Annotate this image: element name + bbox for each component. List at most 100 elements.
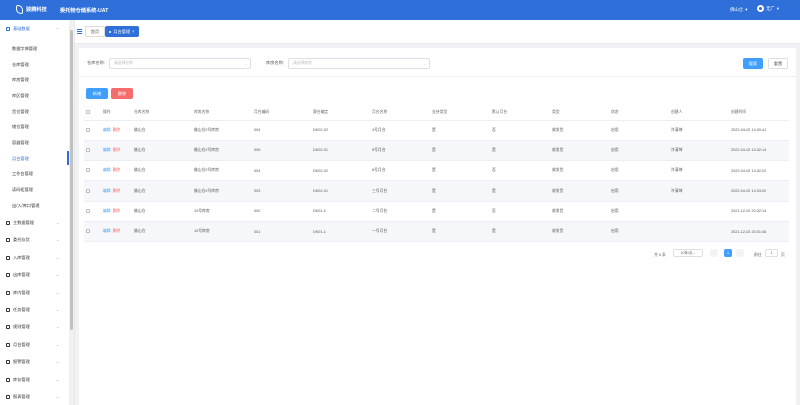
- cell: 启用: [609, 140, 669, 162]
- page-number[interactable]: 1: [724, 249, 732, 257]
- edit-link[interactable]: 编辑: [103, 189, 111, 193]
- next-page-button[interactable]: ›: [736, 249, 744, 257]
- chevron-up-icon: ⌃: [56, 27, 60, 32]
- report-icon: [6, 395, 10, 399]
- cell: 收发货: [550, 221, 609, 243]
- edit-link[interactable]: 编辑: [103, 128, 111, 132]
- menu-toggle-icon[interactable]: [77, 29, 82, 34]
- sidebar-group-basic[interactable]: 基础数据: [6, 26, 30, 32]
- delete-link[interactable]: 删除: [113, 189, 121, 193]
- edit-link[interactable]: 编辑: [103, 148, 111, 152]
- sidebar-item-warehouse[interactable]: 仓库管理: [12, 62, 29, 68]
- delete-button[interactable]: 删除: [111, 88, 133, 99]
- tab-home[interactable]: 首页: [85, 26, 105, 37]
- cell: 005: [252, 140, 311, 162]
- sidebar-item-store[interactable]: 库房管理: [12, 77, 29, 83]
- cell: DK01-2: [311, 201, 370, 222]
- add-button[interactable]: 新增: [86, 88, 108, 99]
- sidebar-group-consign[interactable]: 委托存货: [6, 237, 30, 243]
- user-menu[interactable]: 无广 ▾: [757, 5, 779, 12]
- page-size-select[interactable]: 10条/页 ⌄: [673, 249, 703, 257]
- row-select[interactable]: [84, 120, 101, 141]
- cell: 6号月台: [370, 160, 430, 182]
- sidebar-item-dict[interactable]: 数据字典管理: [12, 46, 37, 52]
- avatar: [757, 5, 764, 12]
- sidebar-item-workbench[interactable]: 工作台管理: [12, 171, 33, 177]
- sidebar-group-rule[interactable]: 规则管理: [6, 324, 30, 330]
- edit-link[interactable]: 编辑: [103, 229, 111, 233]
- folder-icon: [6, 27, 10, 31]
- edit-link[interactable]: 编辑: [103, 168, 111, 172]
- row-checkbox[interactable]: [86, 147, 90, 152]
- cell: DK01-1: [311, 221, 370, 243]
- delete-link[interactable]: 删除: [113, 209, 121, 213]
- sidebar-item-slot[interactable]: 储位管理: [12, 124, 29, 130]
- col-code: 月台编码: [252, 106, 311, 121]
- sidebar-item-container[interactable]: 容器管理: [12, 140, 29, 146]
- row-select[interactable]: [84, 221, 101, 243]
- col-support: 支持类型: [430, 106, 490, 121]
- cell: 佛山仓: [132, 140, 192, 162]
- cell: 启用: [609, 201, 669, 222]
- tab-platform[interactable]: 月台管理 ×: [105, 26, 139, 37]
- table-header-row: 操作 仓库名称 库房名称 月台编码 赛台编定 月台名称 支持类型 默认月台 类型…: [84, 106, 789, 121]
- row-checkbox[interactable]: [86, 168, 90, 173]
- sidebar-group-inbound[interactable]: 入库管理: [6, 255, 30, 261]
- store-select[interactable]: 请选择库房 ⌄: [288, 58, 430, 69]
- sidebar-item-port[interactable]: 出/入/库口管理: [12, 203, 39, 209]
- cell: 否: [490, 120, 550, 141]
- cell: 启用: [609, 180, 669, 202]
- row-select[interactable]: [84, 140, 101, 162]
- sidebar-group-internal[interactable]: 库内管理: [6, 290, 30, 296]
- warehouse-label: 仓库名称:: [87, 60, 105, 65]
- sidebar-group-outbound[interactable]: 出库管理: [6, 272, 30, 278]
- sidebar-item-reader[interactable]: 读码柜管理: [12, 187, 33, 193]
- sidebar-group-alarm[interactable]: 报警管理: [6, 359, 30, 365]
- sidebar-item-platform[interactable]: 月台管理: [12, 156, 29, 162]
- platform-table: 操作 仓库名称 库房名称 月台编码 赛台编定 月台名称 支持类型 默认月台 类型…: [84, 106, 789, 243]
- edit-link[interactable]: 编辑: [103, 209, 111, 213]
- reset-button[interactable]: 重置: [768, 58, 788, 69]
- delete-link[interactable]: 删除: [113, 128, 121, 132]
- cell: 启用: [609, 120, 669, 141]
- close-icon[interactable]: ×: [132, 29, 134, 34]
- table-row: 编辑 删除 佛山仓 10号库房 002 DK01-2 二号月台 是 否 收发货 启…: [84, 201, 789, 222]
- col-type: 类型: [550, 106, 609, 121]
- search-button[interactable]: 搜索: [743, 58, 763, 69]
- sidebar-scroll-thumb[interactable]: [70, 30, 73, 330]
- row-select[interactable]: [84, 160, 101, 182]
- store-placeholder: 请选择库房: [293, 61, 312, 65]
- delete-link[interactable]: 删除: [113, 148, 121, 152]
- sidebar-group-label: 主数据管理: [13, 220, 34, 225]
- warehouse-switcher[interactable]: 佛山仓 ▾: [730, 7, 747, 13]
- sidebar-group-task[interactable]: 任务管理: [6, 307, 30, 313]
- delete-link[interactable]: 删除: [113, 229, 121, 233]
- row-checkbox[interactable]: [86, 208, 90, 213]
- cell: [669, 201, 729, 222]
- sidebar-group-report[interactable]: 报表管理: [6, 394, 30, 400]
- row-checkbox[interactable]: [86, 188, 90, 193]
- row-actions: 编辑 删除: [101, 160, 132, 182]
- cell: 收发货: [550, 160, 609, 182]
- sidebar-group-platform[interactable]: 月台管理: [6, 342, 30, 348]
- sidebar-group-stock[interactable]: 库存管理: [6, 377, 30, 383]
- select-all-cell[interactable]: [84, 106, 101, 121]
- row-select[interactable]: [84, 201, 101, 222]
- sidebar-item-location[interactable]: 货位管理: [12, 109, 29, 115]
- chevron-down-icon: ⌄: [56, 394, 60, 399]
- col-name: 月台名称: [370, 106, 430, 121]
- cell: 是: [490, 180, 550, 202]
- sidebar-item-area[interactable]: 库区管理: [12, 93, 29, 99]
- prev-page-button[interactable]: ‹: [710, 249, 718, 257]
- row-select[interactable]: [84, 180, 101, 202]
- delete-link[interactable]: 删除: [113, 168, 121, 172]
- row-checkbox[interactable]: [86, 127, 90, 132]
- select-all-checkbox[interactable]: [86, 110, 90, 115]
- row-checkbox[interactable]: [86, 229, 90, 234]
- goto-input[interactable]: 1: [765, 249, 778, 257]
- row-actions: 编辑 删除: [101, 201, 132, 222]
- warehouse-select[interactable]: 请选择仓库 ⌄: [109, 58, 251, 69]
- sidebar-group-master[interactable]: 主数据管理: [6, 220, 34, 226]
- cell: 许清坤: [669, 120, 729, 141]
- row-actions: 编辑 删除: [101, 221, 132, 243]
